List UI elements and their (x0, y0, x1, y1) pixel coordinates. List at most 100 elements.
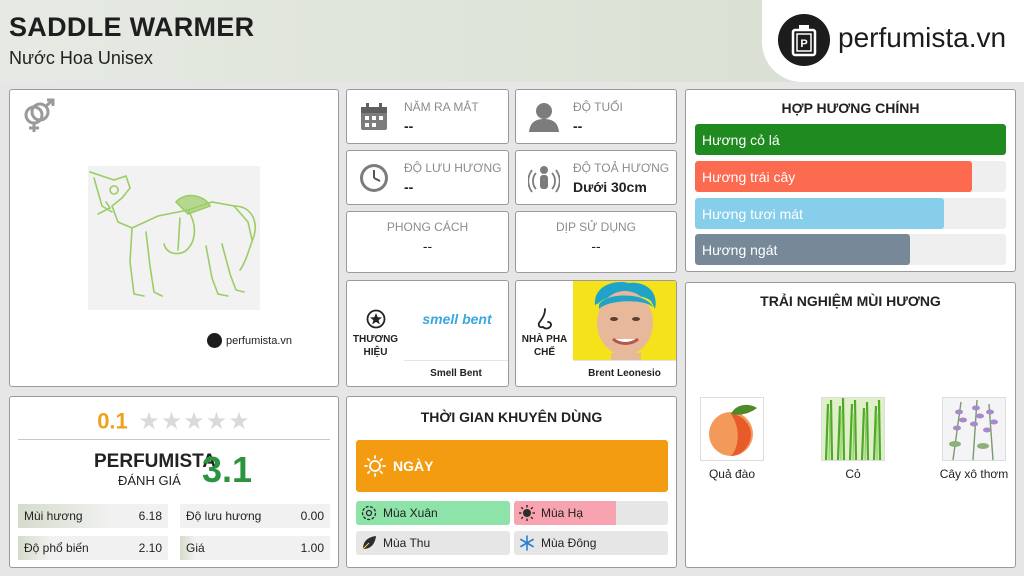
stat-year-label: NĂM RA MẮT (404, 100, 479, 114)
season-summer: Mùa Hạ (514, 501, 668, 525)
perfumer-side: NHÀ PHA CHẾ (516, 281, 573, 386)
stat-occasion: DỊP SỬ DỤNG -- (515, 211, 677, 273)
day-bar: NGÀY (356, 440, 668, 492)
metric-price: Giá 1.00 (180, 536, 330, 560)
rating-panel: 0.1 ★★★★★ PERFUMISTA ĐÁNH GIÁ 3.1 Mùi hư… (9, 396, 339, 568)
calendar-icon (359, 102, 389, 137)
product-image-panel: perfumista.vn (9, 89, 339, 387)
stat-longevity: ĐỘ LƯU HƯƠNG -- (346, 150, 509, 205)
day-label: NGÀY (393, 458, 434, 474)
note-image-grass (821, 397, 885, 461)
stat-sillage-value: Dưới 30cm (573, 179, 647, 195)
person-icon (528, 102, 560, 137)
star-icon[interactable]: ★ (228, 408, 251, 435)
accord-bar: Hương ngát (695, 234, 1006, 265)
note-image-peach (700, 397, 764, 461)
accord-label: Hương ngát (702, 242, 778, 258)
star-badge-icon (366, 309, 386, 334)
accords-title: HỢP HƯƠNG CHÍNH (781, 100, 920, 116)
metric-label: Giá (186, 541, 205, 555)
metric-longevity: Độ lưu hương 0.00 (180, 504, 330, 528)
stat-occasion-label: DỊP SỬ DỤNG (555, 220, 637, 234)
perfumista-label: PERFUMISTA (94, 451, 217, 472)
accord-label: Hương tươi mát (702, 206, 803, 222)
brand-name: Smell Bent (404, 360, 508, 386)
nose-icon (535, 307, 555, 336)
sun-icon (519, 505, 535, 525)
star-icon[interactable]: ★ (206, 408, 229, 435)
accord-label: Hương cỏ lá (702, 132, 780, 148)
stat-age-label: ĐỘ TUỔI (573, 100, 623, 114)
note-label: Cây xô thơm (939, 467, 1009, 481)
brand-side: THƯƠNG HIỆU (347, 281, 404, 386)
stat-age: ĐỘ TUỔI -- (515, 89, 677, 144)
stat-sillage: ĐỘ TOẢ HƯƠNG Dưới 30cm (515, 150, 677, 205)
accord-bar: Hương tươi mát (695, 198, 1006, 229)
perfume-bottle-icon: P (778, 14, 830, 66)
brand-logo-image: smell bent (404, 281, 508, 361)
clock-icon (359, 163, 389, 198)
brand-card[interactable]: THƯƠNG HIỆU smell bent Smell Bent (346, 280, 509, 387)
stat-style: PHONG CÁCH -- (346, 211, 509, 273)
perfumer-card[interactable]: NHÀ PHA CHẾ Brent Leonesio (515, 280, 677, 387)
brand-logo[interactable]: P perfumista.vn (762, 0, 1024, 82)
season-winter: Mùa Đông (514, 531, 668, 555)
metric-value: 2.10 (138, 541, 162, 555)
season-autumn: Mùa Thu (356, 531, 510, 555)
product-title: SADDLE WARMER (9, 12, 255, 42)
header: SADDLE WARMER Nước Hoa Unisex P perfumis… (0, 0, 1024, 82)
watermark-logo: perfumista.vn (207, 333, 292, 348)
star-icon[interactable]: ★ (183, 408, 206, 435)
season-label: Mùa Đông (541, 536, 597, 550)
svg-text:P: P (800, 38, 807, 50)
stat-age-value: -- (573, 118, 583, 134)
perfumer-photo (573, 281, 676, 361)
season-label: Mùa Xuân (383, 506, 438, 520)
notes-panel: TRẢI NGHIỆM MÙI HƯƠNG Quả đào Cỏ Cây xô … (685, 282, 1016, 568)
note-label: Cỏ (845, 467, 861, 481)
note-label: Quả đào (708, 467, 756, 481)
accord-bar: Hương trái cây (695, 161, 1006, 192)
star-icon[interactable]: ★ (138, 408, 161, 435)
stat-longevity-value: -- (404, 179, 414, 195)
metric-scent: Mùi hương 6.18 (18, 504, 168, 528)
time-panel: THỜI GIAN KHUYÊN DÙNG NGÀY Mùa Xuân Mùa … (346, 396, 677, 568)
note-image-sage (942, 397, 1006, 461)
star-icon[interactable]: ★ (161, 408, 184, 435)
stat-longevity-label: ĐỘ LƯU HƯƠNG (404, 161, 502, 175)
stat-sillage-label: ĐỘ TOẢ HƯƠNG (573, 161, 670, 175)
season-label: Mùa Thu (383, 536, 431, 550)
product-image (88, 166, 260, 310)
flower-icon (361, 505, 377, 525)
metric-value: 1.00 (300, 541, 324, 555)
user-rating-score: 0.1 (97, 408, 128, 434)
rating-stars[interactable]: ★★★★★ (138, 407, 251, 436)
brand-logo-text: perfumista.vn (838, 22, 1007, 53)
note-item[interactable]: Cỏ (813, 397, 893, 481)
season-spring: Mùa Xuân (356, 501, 510, 525)
stat-style-value: -- (422, 238, 433, 254)
metric-value: 0.00 (300, 509, 324, 523)
divider (18, 439, 330, 440)
metric-label: Độ lưu hương (186, 509, 262, 523)
perfumer-label: NHÀ PHA CHẾ (521, 334, 568, 358)
brand-logo-text: smell bent (422, 311, 492, 327)
stat-occasion-value: -- (591, 238, 601, 254)
leaf-icon (361, 535, 377, 555)
stat-year: NĂM RA MẮT -- (346, 89, 509, 144)
perfumista-sublabel: ĐÁNH GIÁ (118, 473, 181, 488)
perfumista-score: 3.1 (202, 449, 253, 490)
metric-value: 6.18 (138, 509, 162, 523)
brand-label: THƯƠNG HIỆU (352, 334, 399, 358)
accords-panel: HỢP HƯƠNG CHÍNH Hương cỏ lá Hương trái c… (685, 89, 1016, 272)
product-category: Nước Hoa Unisex (9, 48, 153, 68)
stat-style-label: PHONG CÁCH (386, 220, 469, 234)
perfumer-name: Brent Leonesio (573, 360, 676, 386)
notes-title: TRẢI NGHIỆM MÙI HƯƠNG (760, 293, 941, 309)
accord-label: Hương trái cây (702, 169, 796, 185)
user-rating-row: 0.1 ★★★★★ (10, 407, 338, 436)
sun-icon (364, 455, 386, 480)
accord-bar: Hương cỏ lá (695, 124, 1006, 155)
note-item[interactable]: Quả đào (692, 397, 772, 481)
note-item[interactable]: Cây xô thơm (934, 397, 1014, 481)
